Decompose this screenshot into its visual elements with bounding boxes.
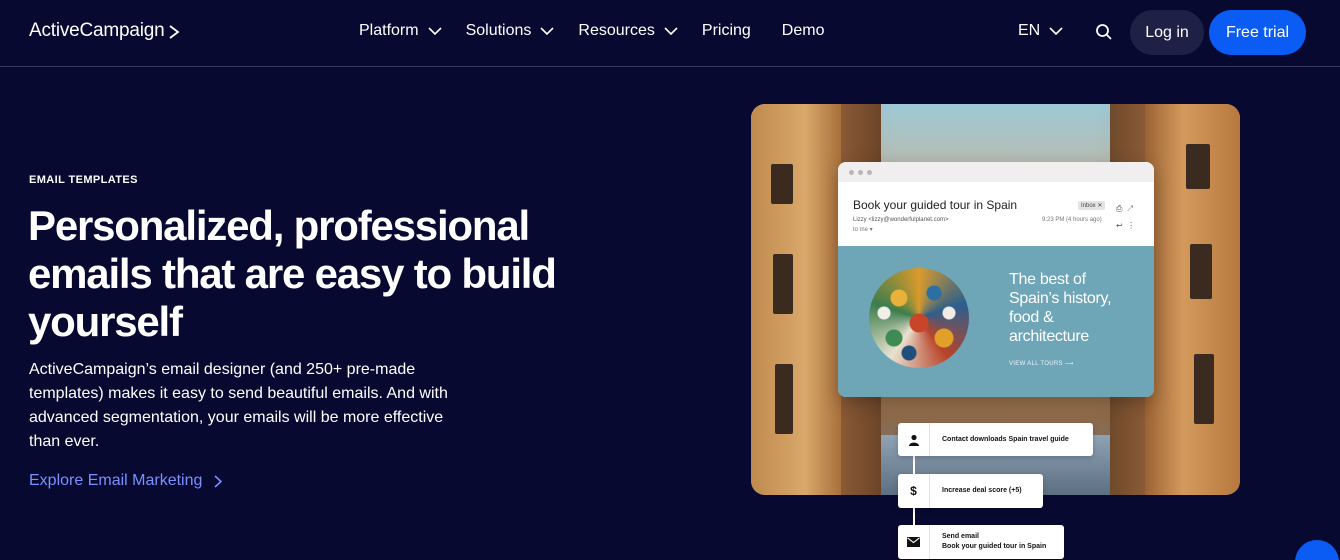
automation-step-send-email: Send email Book your guided tour in Spai…	[898, 525, 1064, 559]
automation-step-text: Contact downloads Spain travel guide	[942, 435, 1069, 443]
banner-link: VIEW ALL TOURS ⟶	[1009, 361, 1074, 367]
window	[775, 364, 793, 434]
login-button[interactable]: Log in	[1130, 10, 1204, 55]
chevron-down-icon	[664, 27, 678, 35]
window-dot	[849, 169, 854, 175]
menu-resources[interactable]: Resources	[578, 22, 701, 40]
top-nav: ActiveCampaign Platform Solutions Resour…	[0, 0, 1340, 67]
window	[771, 164, 793, 204]
more-icon: ⋮	[1127, 221, 1136, 230]
dollar-icon: $	[898, 474, 930, 508]
open-external-icon: ↗	[1126, 204, 1134, 213]
person-icon	[898, 423, 930, 456]
main-menu: Platform Solutions Resources Pricing Dem…	[359, 22, 855, 40]
chevron-down-icon	[1049, 27, 1063, 35]
building-left	[751, 104, 841, 495]
automation-step-text: Increase deal score (+5)	[942, 487, 1022, 494]
language-label: EN	[1018, 22, 1041, 39]
chevron-down-icon	[428, 27, 442, 35]
menu-solutions-label: Solutions	[465, 22, 532, 39]
print-icon: ⎙	[1116, 204, 1123, 213]
email-to: to me ▾	[853, 227, 873, 233]
eyebrow-label: EMAIL TEMPLATES	[29, 174, 138, 186]
reply-icon: ↩	[1116, 221, 1123, 230]
chat-launcher-button[interactable]	[1295, 540, 1339, 560]
menu-demo-label: Demo	[781, 22, 825, 39]
menu-platform[interactable]: Platform	[359, 22, 466, 40]
email-preview-card: Book your guided tour in Spain Inbox ✕ L…	[838, 162, 1154, 397]
logo[interactable]: ActiveCampaign	[29, 20, 180, 42]
window	[773, 254, 793, 314]
free-trial-button[interactable]: Free trial	[1209, 10, 1306, 55]
hero-description: ActiveCampaign’s email designer (and 250…	[29, 361, 448, 450]
chevron-down-icon	[540, 27, 554, 35]
window-dot	[867, 169, 872, 175]
automation-step-title: Send email	[942, 533, 979, 540]
email-from: Lizzy <lizzy@wonderfulplanet.com>	[853, 217, 949, 223]
email-action-icons: ⎙ ↗ ↩ ⋮	[1116, 200, 1135, 234]
mosaic-image	[869, 268, 969, 368]
menu-pricing[interactable]: Pricing	[702, 22, 751, 40]
window-controls	[838, 162, 1154, 182]
automation-step-subtitle: Book your guided tour in Spain	[942, 543, 1047, 550]
inbox-tag: Inbox ✕	[1078, 201, 1106, 210]
window	[1190, 244, 1212, 299]
menu-pricing-label: Pricing	[701, 22, 751, 39]
page-title: Personalized, professional emails that a…	[28, 202, 557, 345]
explore-email-marketing-link[interactable]: Explore Email Marketing	[29, 472, 223, 490]
menu-demo[interactable]: Demo	[782, 22, 825, 40]
automation-step-deal-score: $ Increase deal score (+5)	[898, 474, 1043, 508]
menu-platform-label: Platform	[359, 22, 419, 39]
window	[1194, 354, 1214, 424]
window-dot	[858, 169, 863, 175]
email-banner: The best of Spain’s history, food & arch…	[838, 246, 1154, 397]
logo-text: ActiveCampaign	[29, 20, 165, 41]
email-time: 9:23 PM (4 hours ago)	[1042, 217, 1102, 223]
menu-resources-label: Resources	[578, 22, 655, 39]
mail-icon	[898, 525, 930, 559]
automation-step-trigger: Contact downloads Spain travel guide	[898, 423, 1093, 456]
chevron-right-icon	[214, 474, 223, 488]
menu-solutions[interactable]: Solutions	[466, 22, 579, 40]
explore-link-label: Explore Email Marketing	[29, 472, 203, 489]
banner-title: The best of Spain’s history, food & arch…	[1009, 271, 1112, 345]
email-subject: Book your guided tour in Spain	[853, 198, 1018, 212]
logo-chevron-icon	[169, 24, 180, 39]
window	[1186, 144, 1210, 189]
search-icon[interactable]	[1095, 23, 1113, 46]
language-selector[interactable]: EN	[1018, 22, 1063, 40]
automation-step-text: Send email Book your guided tour in Spai…	[930, 532, 1046, 552]
